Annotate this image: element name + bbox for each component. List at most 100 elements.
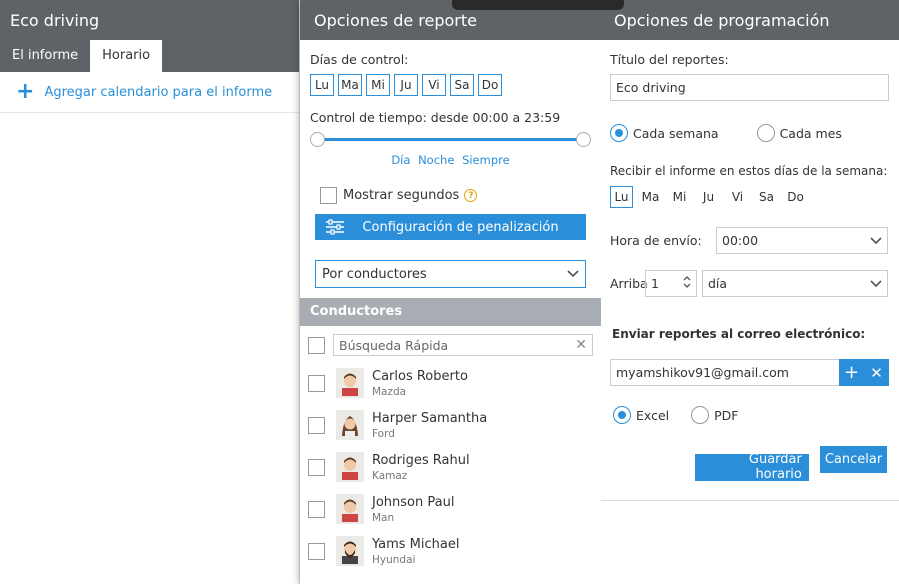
week-day-ma[interactable]: Ma bbox=[639, 186, 662, 208]
driver-row[interactable]: Rodriges Rahul Kamaz bbox=[300, 446, 601, 488]
excel-radio[interactable] bbox=[613, 406, 631, 424]
day-ju[interactable]: Ju bbox=[394, 74, 418, 96]
every-month-radio[interactable] bbox=[756, 124, 775, 142]
time-range-slider[interactable] bbox=[310, 129, 591, 151]
plus-icon: + bbox=[16, 79, 35, 104]
close-icon[interactable]: ✕ bbox=[575, 337, 587, 353]
chevron-down-icon bbox=[567, 267, 579, 282]
week-day-lu[interactable]: Lu bbox=[610, 186, 633, 208]
left-tabs: El informe Horario bbox=[0, 40, 299, 72]
period-select[interactable]: día bbox=[702, 270, 888, 297]
day-vi[interactable]: Vi bbox=[422, 74, 446, 96]
penalty-settings-label: Configuración de penalización bbox=[362, 219, 559, 235]
send-time-row: Hora de envío: 00:00 bbox=[610, 227, 889, 254]
driver-checkbox[interactable] bbox=[308, 458, 325, 476]
slider-end-handle[interactable] bbox=[576, 132, 591, 147]
above-stepper[interactable]: 1 bbox=[645, 270, 697, 297]
pdf-label: PDF bbox=[714, 407, 739, 423]
driver-name: Carlos Roberto bbox=[372, 368, 468, 384]
left-panel: Eco driving El informe Horario + Agregar… bbox=[0, 0, 300, 584]
show-seconds-row: Mostrar segundos ? bbox=[320, 187, 591, 204]
add-calendar-link[interactable]: + Agregar calendario para el informe bbox=[0, 72, 299, 113]
time-modes: Día Noche Siempre bbox=[310, 153, 591, 167]
above-row: Arriba 1 día bbox=[610, 270, 889, 297]
add-email-button[interactable]: + bbox=[839, 359, 864, 386]
day-mi[interactable]: Mi bbox=[366, 74, 390, 96]
email-label: Enviar reportes al correo electrónico: bbox=[612, 327, 866, 341]
week-days: Lu Ma Mi Ju Vi Sa Do bbox=[610, 186, 889, 208]
slider-start-handle[interactable] bbox=[310, 132, 325, 147]
week-day-vi[interactable]: Vi bbox=[726, 186, 749, 208]
save-schedule-button[interactable]: Guardar horario bbox=[694, 452, 809, 482]
top-tab-fragment bbox=[452, 0, 624, 10]
driver-checkbox[interactable] bbox=[308, 542, 325, 560]
quick-search-input[interactable]: Búsqueda Rápida ✕ bbox=[333, 334, 593, 356]
driver-checkbox[interactable] bbox=[308, 374, 325, 392]
report-name-title: Eco driving bbox=[0, 0, 299, 40]
drivers-list: Carlos Roberto Mazda Harper Samantha For… bbox=[300, 362, 601, 572]
driver-row[interactable]: Harper Samantha Ford bbox=[300, 404, 601, 446]
avatar bbox=[336, 494, 364, 524]
driver-checkbox[interactable] bbox=[308, 416, 325, 434]
every-week-label: Cada semana bbox=[633, 125, 719, 141]
drivers-section-header: Conductores bbox=[300, 298, 601, 326]
every-week-radio[interactable] bbox=[610, 124, 628, 142]
close-icon: ✕ bbox=[870, 363, 883, 382]
day-lu[interactable]: Lu bbox=[310, 74, 334, 96]
drivers-search-row: Búsqueda Rápida ✕ bbox=[300, 326, 601, 356]
email-row: myamshikov91@gmail.com + ✕ bbox=[610, 359, 889, 386]
plus-icon: + bbox=[843, 362, 860, 383]
day-sa[interactable]: Sa bbox=[450, 74, 474, 96]
driver-car: Man bbox=[372, 511, 395, 524]
stepper-arrows-icon[interactable] bbox=[683, 275, 691, 292]
group-by-value: Por conductores bbox=[322, 266, 427, 282]
cancel-button[interactable]: Cancelar bbox=[820, 446, 887, 473]
tab-el-informe[interactable]: El informe bbox=[0, 40, 90, 72]
driver-car: Mazda bbox=[372, 385, 407, 398]
avatar bbox=[336, 368, 364, 398]
mode-dia[interactable]: Día bbox=[391, 153, 410, 167]
divider bbox=[601, 500, 899, 501]
pdf-radio[interactable] bbox=[691, 406, 710, 424]
control-days: Lu Ma Mi Ju Vi Sa Do bbox=[310, 74, 591, 96]
avatar bbox=[336, 452, 364, 482]
excel-label: Excel bbox=[636, 407, 670, 423]
remove-email-button[interactable]: ✕ bbox=[864, 359, 889, 386]
report-title-input[interactable]: Eco driving bbox=[610, 74, 889, 101]
penalty-settings-button[interactable]: Configuración de penalización bbox=[315, 214, 586, 240]
driver-name: Johnson Paul bbox=[372, 494, 455, 510]
tab-horario[interactable]: Horario bbox=[90, 40, 163, 72]
add-calendar-label: Agregar calendario para el informe bbox=[44, 84, 273, 100]
driver-row[interactable]: Yams Michael Hyundai bbox=[300, 530, 601, 572]
show-seconds-checkbox[interactable] bbox=[320, 187, 337, 204]
day-ma[interactable]: Ma bbox=[338, 74, 362, 96]
above-label: Arriba bbox=[610, 276, 648, 291]
frequency-radios: Cada semana Cada mes bbox=[610, 124, 889, 142]
mode-noche[interactable]: Noche bbox=[418, 153, 454, 167]
schedule-options-panel: Opciones de programación Título del repo… bbox=[601, 0, 899, 584]
week-day-do[interactable]: Do bbox=[784, 186, 807, 208]
week-day-mi[interactable]: Mi bbox=[668, 186, 691, 208]
email-value: myamshikov91@gmail.com bbox=[616, 365, 789, 380]
select-all-checkbox[interactable] bbox=[308, 336, 325, 354]
driver-row[interactable]: Johnson Paul Man bbox=[300, 488, 601, 530]
report-title-label: Título del reportes: bbox=[610, 52, 729, 67]
mode-siempre[interactable]: Siempre bbox=[462, 153, 510, 167]
action-buttons: Guardar horario Cancelar bbox=[610, 446, 889, 482]
week-day-ju[interactable]: Ju bbox=[697, 186, 720, 208]
driver-row[interactable]: Carlos Roberto Mazda bbox=[300, 362, 601, 404]
week-day-sa[interactable]: Sa bbox=[755, 186, 778, 208]
driver-car: Kamaz bbox=[372, 469, 408, 482]
chevron-down-icon bbox=[870, 276, 882, 291]
driver-checkbox[interactable] bbox=[308, 500, 325, 518]
above-value: 1 bbox=[651, 276, 659, 291]
help-icon[interactable]: ? bbox=[464, 189, 478, 202]
driver-name: Yams Michael bbox=[372, 536, 460, 552]
avatar bbox=[336, 536, 364, 566]
email-input[interactable]: myamshikov91@gmail.com bbox=[610, 359, 839, 386]
day-do[interactable]: Do bbox=[478, 74, 502, 96]
group-by-select[interactable]: Por conductores bbox=[315, 260, 586, 288]
send-time-select[interactable]: 00:00 bbox=[716, 227, 888, 254]
slider-track bbox=[318, 138, 583, 141]
schedule-options-title: Opciones de programación bbox=[601, 0, 899, 40]
